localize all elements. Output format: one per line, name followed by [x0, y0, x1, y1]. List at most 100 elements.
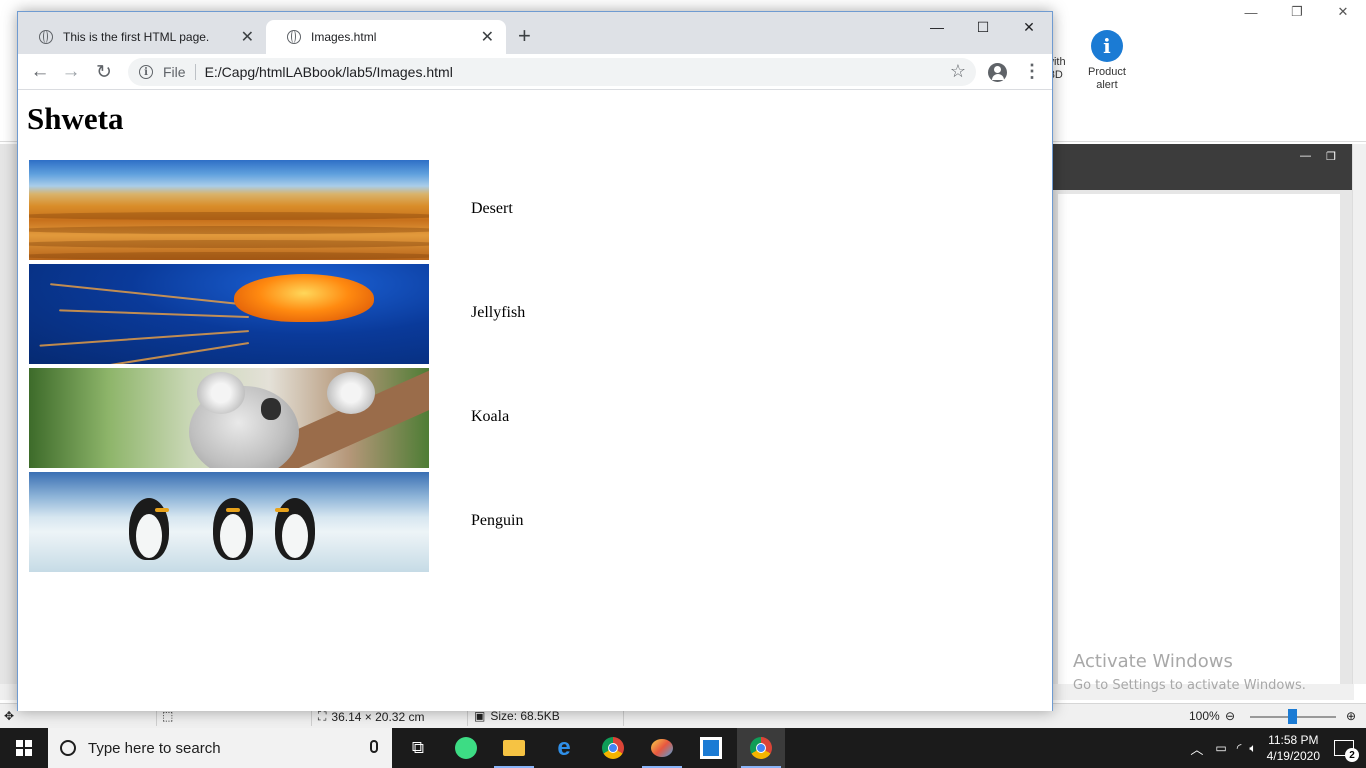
background-window-controls: — ❐ ✕: [1228, 0, 1366, 24]
chrome-icon: [602, 737, 624, 759]
taskbar-chrome-active[interactable]: [737, 728, 785, 768]
zoom-slider-thumb[interactable]: [1288, 709, 1297, 724]
bookmark-star-icon[interactable]: ☆: [950, 61, 966, 82]
task-view-icon: ⧉: [411, 738, 425, 757]
clock[interactable]: 11:58 PM 4/19/2020: [1267, 732, 1320, 764]
task-view-button[interactable]: ⧉: [394, 728, 442, 768]
image-caption: Koala: [471, 408, 510, 425]
maximize-icon[interactable]: ☐: [960, 12, 1006, 42]
notification-badge: 2: [1345, 748, 1359, 762]
omnibox-divider: [194, 64, 196, 80]
site-info-icon[interactable]: i: [139, 65, 153, 79]
wifi-icon[interactable]: ◜: [1237, 741, 1242, 755]
volume-icon[interactable]: 🔈︎: [1249, 741, 1256, 756]
address-bar[interactable]: i File E:/Capg/htmlLABbook/lab5/Images.h…: [128, 58, 976, 86]
start-button[interactable]: [0, 728, 48, 768]
taskbar-chrome[interactable]: [589, 728, 637, 768]
page-content: Shweta Desert Jellyfish Koala Penguin: [18, 91, 1052, 711]
globe-icon: [39, 30, 53, 44]
ribbon-label: Product: [1088, 66, 1126, 78]
search-placeholder: Type here to search: [88, 739, 221, 757]
system-tray: ︿ ▭ ◜ 🔈︎ 11:58 PM 4/19/2020 2: [1190, 728, 1366, 768]
disk-icon: ▣: [474, 709, 486, 723]
taskbar-edge[interactable]: e: [540, 728, 588, 768]
restore-icon[interactable]: ❐: [1274, 0, 1320, 24]
watermark-title: Activate Windows: [1073, 651, 1233, 672]
info-icon: i: [1090, 30, 1123, 62]
menu-dots-icon[interactable]: ⋮: [1023, 62, 1041, 80]
background-canvas[interactable]: [1058, 194, 1340, 684]
dimensions-readout: ⛶ 36.14 × 20.32 cm: [318, 709, 424, 724]
image-caption: Penguin: [471, 512, 524, 529]
browser-window: This is the first HTML page. ✕ Images.ht…: [17, 11, 1053, 711]
android-studio-icon: [455, 737, 477, 759]
background-document-bar: — ❐: [1050, 144, 1354, 190]
page-heading: Shweta: [27, 101, 124, 136]
reload-icon[interactable]: ↻: [92, 60, 116, 84]
microphone-icon[interactable]: [370, 740, 378, 753]
desert-image: [29, 160, 429, 260]
ribbon-label: alert: [1096, 79, 1118, 91]
zoom-in-icon[interactable]: ⊕: [1346, 709, 1356, 723]
paint-palette-icon: [651, 739, 673, 757]
image-caption: Desert: [471, 200, 513, 217]
selection-icon: ⬚: [162, 709, 174, 723]
taskbar: Type here to search ⧉ e ︿ ▭ ◜ 🔈︎ 11:58 P…: [0, 728, 1366, 768]
edge-icon: e: [557, 734, 571, 761]
tab-strip: This is the first HTML page. ✕ Images.ht…: [18, 12, 1052, 54]
windows-logo-icon: [16, 740, 32, 756]
activate-windows-watermark: Activate Windows Go to Settings to activ…: [1073, 651, 1306, 693]
taskbar-file-explorer[interactable]: [490, 728, 538, 768]
minimize-icon[interactable]: —: [914, 12, 960, 42]
notification-center-icon[interactable]: 2: [1334, 740, 1359, 762]
tab-title: This is the first HTML page.: [63, 30, 210, 44]
chrome-icon: [750, 737, 772, 759]
penguin-image: [29, 472, 429, 572]
image-caption: Jellyfish: [471, 304, 526, 321]
koala-image: [29, 368, 429, 468]
tab-images-html[interactable]: Images.html ✕: [266, 20, 506, 54]
back-arrow-icon[interactable]: ←: [28, 60, 52, 84]
close-icon[interactable]: ✕: [1006, 12, 1052, 42]
image-row: Penguin: [29, 472, 523, 572]
jellyfish-image: [29, 264, 429, 364]
chevron-up-icon[interactable]: ︿: [1190, 739, 1203, 758]
minimize-icon[interactable]: —: [1300, 150, 1311, 162]
tab-close-icon[interactable]: ✕: [241, 27, 254, 47]
url-text[interactable]: E:/Capg/htmlLABbook/lab5/Images.html: [205, 64, 453, 80]
folder-icon: [503, 740, 525, 756]
minimize-icon[interactable]: —: [1228, 0, 1274, 24]
search-icon: [60, 740, 76, 756]
canvas-size-icon: ⛶: [318, 709, 327, 723]
taskbar-app[interactable]: [687, 728, 735, 768]
taskbar-android-studio[interactable]: [442, 728, 490, 768]
tab-first-html-page[interactable]: This is the first HTML page. ✕: [18, 20, 266, 54]
image-row: Koala: [29, 368, 509, 468]
taskbar-paint-3d[interactable]: [638, 728, 686, 768]
zoom-out-icon[interactable]: ⊖: [1225, 709, 1235, 723]
ribbon-item-product-alert[interactable]: i Product alert: [1088, 30, 1126, 92]
taskbar-search-box[interactable]: Type here to search: [48, 728, 392, 768]
battery-icon[interactable]: ▭: [1215, 741, 1226, 755]
file-size-readout: ▣ Size: 68.5KB: [474, 709, 560, 723]
close-icon[interactable]: ✕: [1320, 0, 1366, 24]
new-tab-button[interactable]: +: [518, 25, 531, 47]
browser-toolbar: ← → ↻ i File E:/Capg/htmlLABbook/lab5/Im…: [18, 54, 1052, 90]
tab-title: Images.html: [311, 30, 377, 44]
watermark-subtitle: Go to Settings to activate Windows.: [1073, 678, 1306, 693]
globe-icon: [287, 30, 301, 44]
profile-avatar-icon[interactable]: [988, 63, 1007, 82]
move-icon: ✥: [4, 709, 15, 723]
zoom-level: 100%: [1189, 709, 1220, 723]
image-row: Jellyfish: [29, 264, 525, 364]
restore-icon[interactable]: ❐: [1326, 150, 1336, 163]
clock-date: 4/19/2020: [1266, 749, 1320, 763]
forward-arrow-icon[interactable]: →: [59, 60, 83, 84]
app-window-icon: [700, 737, 722, 759]
image-row: Desert: [29, 160, 513, 260]
file-size-text: Size: 68.5KB: [490, 709, 560, 723]
window-controls: — ☐ ✕: [914, 12, 1052, 42]
tab-close-icon[interactable]: ✕: [481, 27, 494, 47]
vertical-scrollbar[interactable]: [1352, 144, 1366, 684]
dimensions-text: 36.14 × 20.32 cm: [331, 709, 425, 724]
